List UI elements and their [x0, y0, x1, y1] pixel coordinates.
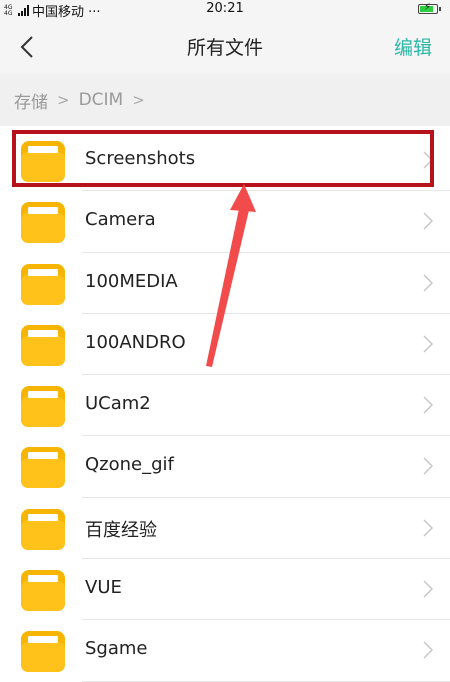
page-title: 所有文件: [186, 37, 263, 59]
folder-row[interactable]: UCam2: [0, 375, 450, 437]
edit-button[interactable]: 编辑: [394, 33, 432, 60]
chevron-right-icon: [423, 519, 434, 537]
chevron-right-icon: [423, 274, 434, 292]
highlight-box: [12, 130, 434, 187]
chevron-right-icon: >: [132, 91, 145, 109]
folder-row[interactable]: 100MEDIA: [0, 253, 450, 314]
folder-icon: [21, 447, 65, 489]
folder-name: Sgame: [85, 638, 148, 660]
folder-icon: [21, 386, 65, 428]
folder-icon: [21, 324, 65, 366]
folder-row[interactable]: Camera: [0, 191, 450, 253]
folder-name: 100ANDRO: [85, 331, 186, 353]
folder-list: Screenshots Camera 100MEDIA 100ANDRO UCam2 Qz…: [0, 130, 450, 682]
breadcrumb-dcim[interactable]: DCIM: [79, 90, 124, 110]
folder-row[interactable]: Sgame: [0, 620, 450, 682]
battery-charging-icon: ⚡: [418, 2, 441, 14]
breadcrumb: 存储 > DCIM >: [0, 74, 450, 126]
status-bar: 4G 4G 中国移动 ··· 20:21 ⚡: [0, 0, 450, 20]
folder-icon: [21, 263, 65, 305]
chevron-right-icon: [423, 396, 434, 414]
breadcrumb-storage[interactable]: 存储: [14, 88, 48, 113]
folder-name: Qzone_gif: [85, 454, 174, 476]
folder-icon: [21, 570, 65, 612]
chevron-right-icon: [423, 212, 434, 230]
chevron-right-icon: [423, 641, 434, 659]
clock: 20:21: [206, 1, 244, 16]
title-bar: 所有文件 编辑: [0, 20, 450, 74]
chevron-right-icon: [423, 335, 434, 353]
folder-row[interactable]: 100ANDRO: [0, 314, 450, 376]
folder-name: 百度经验: [85, 519, 157, 541]
folder-row[interactable]: Qzone_gif: [0, 436, 450, 498]
folder-name: UCam2: [85, 393, 151, 415]
folder-name: Camera: [85, 209, 156, 231]
folder-icon: [21, 508, 65, 550]
chevron-right-icon: [423, 457, 434, 476]
folder-row[interactable]: 百度经验: [0, 498, 450, 560]
chevron-right-icon: [423, 580, 434, 598]
folder-icon: [21, 202, 65, 244]
folder-row[interactable]: VUE: [0, 559, 450, 621]
folder-name: 100MEDIA: [85, 270, 178, 292]
folder-name: VUE: [85, 577, 122, 599]
folder-icon: [21, 631, 65, 673]
chevron-right-icon: >: [57, 91, 70, 109]
